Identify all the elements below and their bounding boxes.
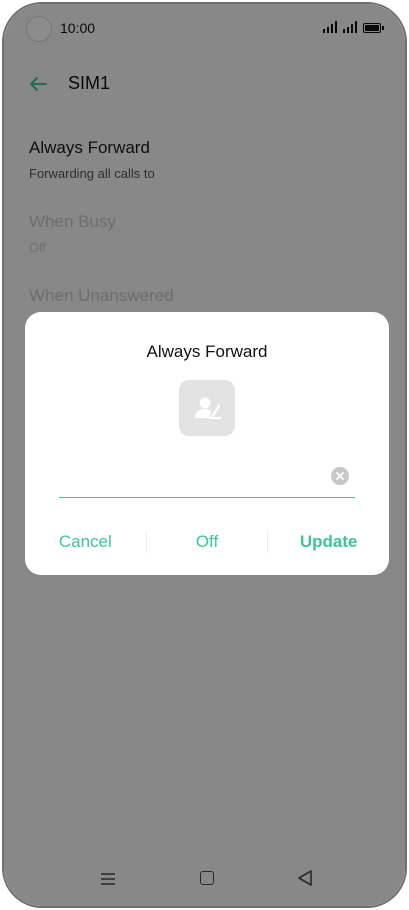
number-input[interactable] [59,462,319,496]
x-mark-icon [336,472,344,480]
update-button[interactable]: Update [268,522,389,562]
dialog-actions: Cancel Off Update [25,522,389,562]
contact-picker-icon [195,397,221,420]
dialog-title: Always Forward [146,342,268,361]
screen: 10:00 SIM1 Always Forward Forwarding all… [4,4,405,906]
clear-icon[interactable] [331,467,349,485]
always-forward-dialog: Always Forward Cancel Off Update [25,312,389,575]
number-input-field[interactable] [59,462,355,498]
contact-picker-button[interactable] [179,380,235,436]
off-button[interactable]: Off [147,522,268,562]
phone-frame: 10:00 SIM1 Always Forward Forwarding all… [2,2,407,908]
cancel-button[interactable]: Cancel [25,522,146,562]
